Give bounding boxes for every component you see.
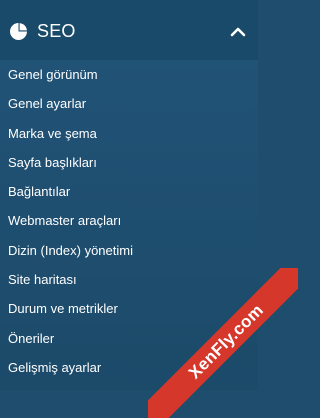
menu-item-dizin-yonetimi[interactable]: Dizin (Index) yönetimi: [0, 236, 258, 265]
menu-item-genel-gorunum[interactable]: Genel görünüm: [0, 60, 258, 89]
seo-sidebar: SEO Genel görünüm Genel ayarlar Marka ve…: [0, 0, 298, 418]
menu-item-marka-ve-sema[interactable]: Marka ve şema: [0, 119, 258, 148]
section-title: SEO: [37, 21, 76, 41]
menu-item-baglantilar[interactable]: Bağlantılar: [0, 177, 258, 206]
menu-item-durum-ve-metrikler[interactable]: Durum ve metrikler: [0, 294, 258, 323]
menu-item-sayfa-basliklari[interactable]: Sayfa başlıkları: [0, 148, 258, 177]
menu-item-genel-ayarlar[interactable]: Genel ayarlar: [0, 89, 258, 118]
menu-item-gelismis-ayarlar[interactable]: Gelişmiş ayarlar: [0, 353, 258, 382]
seo-menu: Genel görünüm Genel ayarlar Marka ve şem…: [0, 60, 258, 382]
menu-item-site-haritasi[interactable]: Site haritası: [0, 265, 258, 294]
chevron-up-icon[interactable]: [230, 25, 246, 37]
seo-section-header[interactable]: SEO: [0, 0, 258, 60]
menu-item-oneriler[interactable]: Öneriler: [0, 324, 258, 353]
pie-chart-icon: [9, 22, 28, 41]
menu-item-webmaster-araclari[interactable]: Webmaster araçları: [0, 206, 258, 235]
